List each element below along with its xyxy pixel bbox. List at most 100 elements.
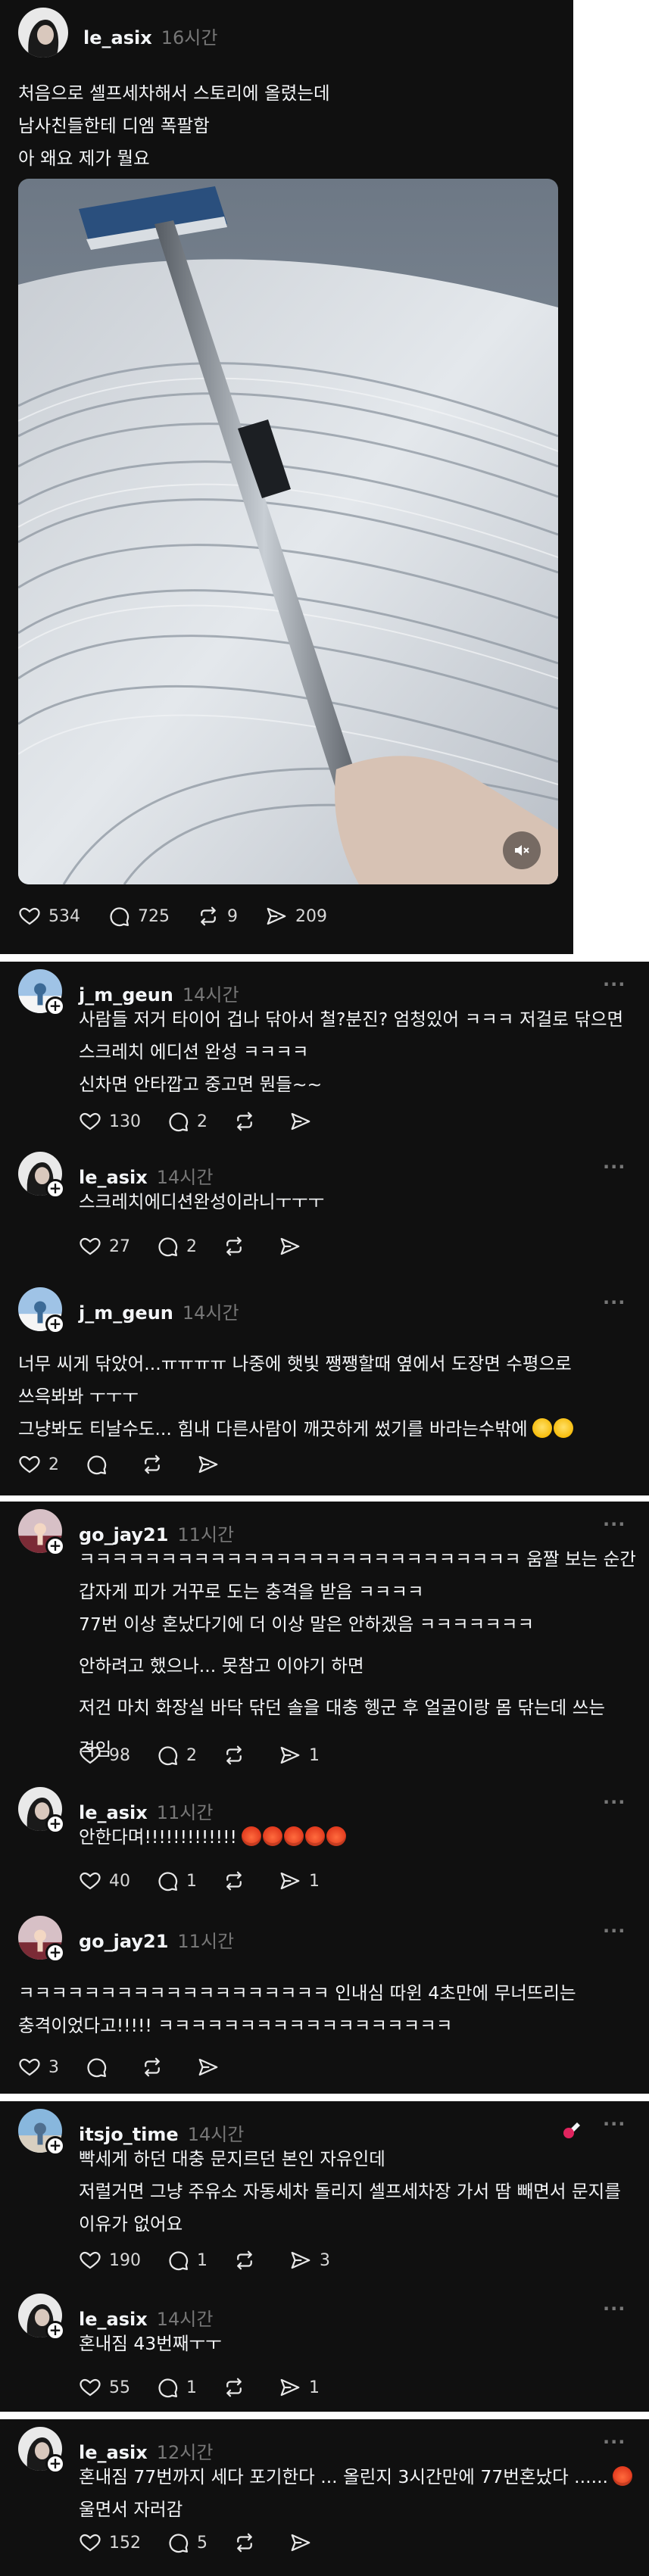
username[interactable]: le_asix <box>79 1167 148 1188</box>
like-button[interactable]: 98 <box>79 1744 130 1767</box>
comment-author[interactable]: j_m_geun 14시간 <box>79 980 239 1006</box>
comment-icon <box>169 2251 189 2271</box>
more-icon[interactable]: ··· <box>603 1792 626 1813</box>
reply-button[interactable]: 725 <box>108 905 170 928</box>
reply-button[interactable]: 2 <box>167 1110 207 1133</box>
like-button[interactable]: 55 <box>79 2376 130 2399</box>
follow-button[interactable]: + <box>45 996 65 1016</box>
repost-button[interactable] <box>141 2056 171 2079</box>
comment-author[interactable]: le_asix 12시간 <box>79 2437 213 2464</box>
repost-button[interactable] <box>223 1870 253 1892</box>
more-icon[interactable]: ··· <box>603 1292 626 1313</box>
follow-button[interactable]: + <box>45 1536 65 1556</box>
crying-face-emoji <box>553 1418 573 1438</box>
repost-button[interactable] <box>233 1110 264 1133</box>
follow-button[interactable]: + <box>45 1315 65 1334</box>
comment-author[interactable]: le_asix 14시간 <box>79 1162 213 1189</box>
like-count: 98 <box>109 1745 130 1765</box>
angry-face-emoji <box>613 2466 633 2486</box>
post-author[interactable]: le_asix 16시간 <box>83 23 217 49</box>
follow-button[interactable]: + <box>45 1179 65 1199</box>
like-button[interactable]: 190 <box>79 2249 141 2272</box>
more-icon[interactable]: ··· <box>603 2298 626 2319</box>
like-button[interactable]: 2 <box>18 1453 59 1476</box>
post-video[interactable] <box>18 179 558 884</box>
heart-icon <box>19 907 40 925</box>
liked-by-author-icon <box>560 2115 585 2139</box>
like-button[interactable]: 152 <box>79 2531 141 2554</box>
share-button[interactable]: 209 <box>265 905 327 928</box>
more-icon[interactable]: ··· <box>603 2431 626 2453</box>
follow-button[interactable]: + <box>45 2321 65 2341</box>
share-button[interactable]: 1 <box>279 2376 320 2399</box>
share-button[interactable] <box>197 1453 227 1476</box>
more-icon[interactable]: ··· <box>603 1156 626 1177</box>
comment-author[interactable]: go_jay21 11시간 <box>79 1926 234 1953</box>
comment-author[interactable]: itsjo_time 14시간 <box>79 2119 244 2146</box>
comment-text-line: 스크레치에디션완성이라니ㅜㅜㅜ <box>79 1191 325 1212</box>
follow-button[interactable]: + <box>45 1814 65 1834</box>
follow-button[interactable]: + <box>45 1943 65 1963</box>
repost-button[interactable] <box>223 1235 253 1258</box>
share-button[interactable] <box>197 2056 227 2079</box>
comment-text-line: 그냥봐도 티날수도... 힘내 다른사람이 깨끗하게 썼기를 바라는수밖에 <box>18 1413 575 1445</box>
repost-button[interactable] <box>141 1453 171 1476</box>
mute-button[interactable] <box>503 831 541 869</box>
repost-button[interactable] <box>233 2249 264 2272</box>
repost-button[interactable] <box>223 1744 253 1767</box>
reply-button[interactable]: 2 <box>156 1235 197 1258</box>
emoji-group <box>613 2466 634 2487</box>
share-button[interactable]: 3 <box>289 2249 330 2272</box>
more-icon[interactable]: ··· <box>603 974 626 995</box>
share-button[interactable]: 1 <box>279 1744 320 1767</box>
like-button[interactable]: 3 <box>18 2056 59 2079</box>
follow-button[interactable]: + <box>45 2136 65 2156</box>
reply-button[interactable]: 2 <box>156 1744 197 1767</box>
reply-button[interactable] <box>85 1453 115 1476</box>
username[interactable]: itsjo_time <box>79 2124 179 2145</box>
replie-count: 1 <box>197 2250 207 2270</box>
reply-button[interactable]: 1 <box>156 1870 197 1892</box>
reply-button[interactable]: 5 <box>167 2531 207 2554</box>
repost-icon <box>226 1871 242 1891</box>
share-button[interactable]: 1 <box>279 1870 320 1892</box>
follow-button[interactable]: + <box>45 2454 65 2474</box>
more-icon[interactable]: ··· <box>603 1920 626 1941</box>
username[interactable]: go_jay21 <box>79 1931 168 1952</box>
username[interactable]: le_asix <box>79 2442 148 2463</box>
repost-button[interactable] <box>233 2531 264 2554</box>
comment-author[interactable]: le_asix 14시간 <box>79 2304 213 2331</box>
like-button[interactable]: 130 <box>79 1110 141 1133</box>
reply-button[interactable]: 1 <box>156 2376 197 2399</box>
reply-button[interactable] <box>85 2056 115 2079</box>
username[interactable]: go_jay21 <box>79 1524 168 1545</box>
repost-icon <box>145 1455 160 1474</box>
share-button[interactable] <box>289 2531 320 2554</box>
more-icon[interactable]: ··· <box>603 2113 626 2135</box>
repost-icon <box>226 1237 242 1256</box>
repost-button[interactable] <box>223 2376 253 2399</box>
like-button[interactable]: 40 <box>79 1870 130 1892</box>
username[interactable]: le_asix <box>79 1802 148 1823</box>
angry-face-emoji <box>304 1826 325 1846</box>
username[interactable]: j_m_geun <box>79 984 173 1006</box>
username[interactable]: j_m_geun <box>79 1302 173 1324</box>
avatar[interactable] <box>18 8 68 58</box>
comment-author[interactable]: le_asix 11시간 <box>79 1798 213 1824</box>
heart-icon <box>80 1872 101 1890</box>
like-button[interactable]: 534 <box>18 905 80 928</box>
username[interactable]: le_asix <box>79 2309 148 2330</box>
share-button[interactable] <box>279 1235 309 1258</box>
username[interactable]: le_asix <box>83 27 152 48</box>
timestamp: 16시간 <box>161 27 218 48</box>
more-icon[interactable]: ··· <box>603 1514 626 1535</box>
like-count: 534 <box>48 906 80 926</box>
send-icon <box>280 1872 300 1890</box>
like-button[interactable]: 27 <box>79 1235 130 1258</box>
reply-button[interactable]: 1 <box>167 2249 207 2272</box>
comment-author[interactable]: j_m_geun 14시간 <box>79 1298 239 1324</box>
share-button[interactable] <box>289 1110 320 1133</box>
heart-icon <box>80 2378 101 2397</box>
comment-author[interactable]: go_jay21 11시간 <box>79 1520 234 1546</box>
repost-button[interactable]: 9 <box>197 905 238 928</box>
